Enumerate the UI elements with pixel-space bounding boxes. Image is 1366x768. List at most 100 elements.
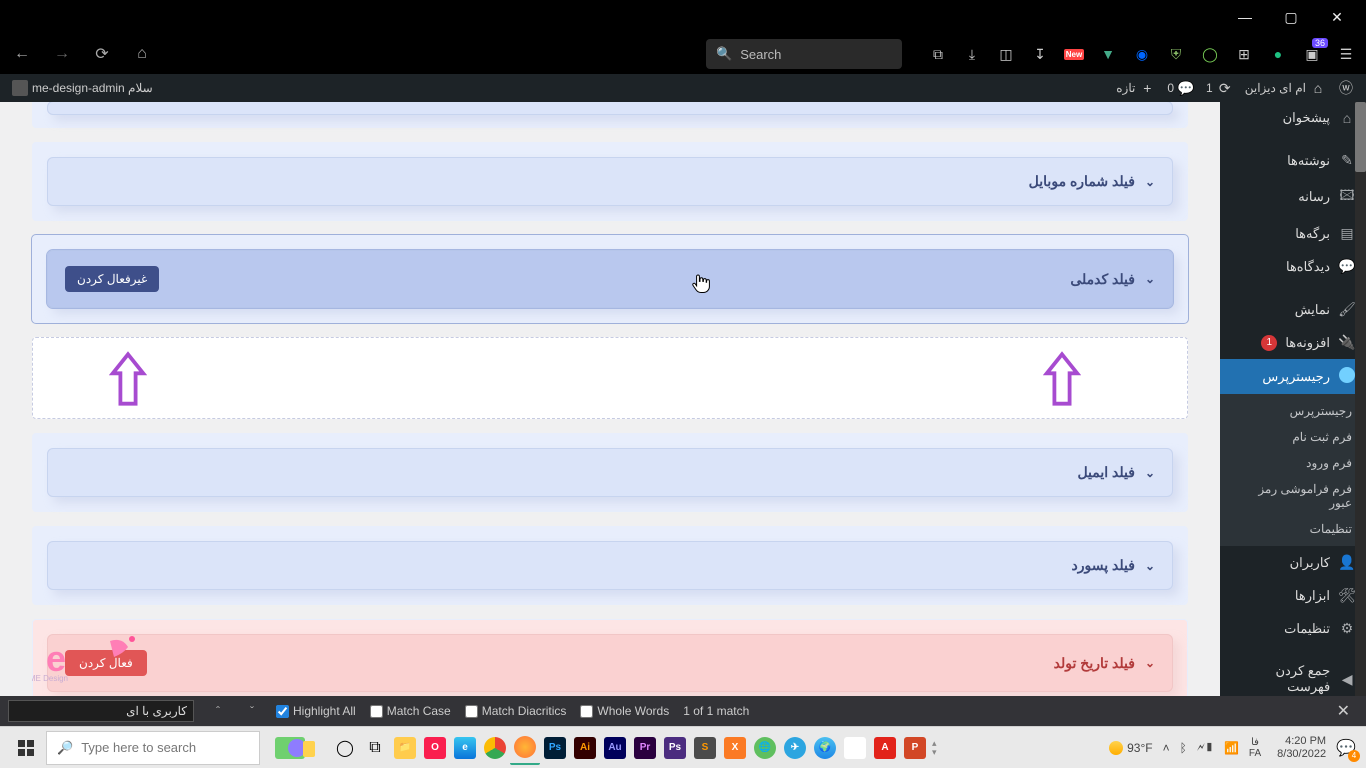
ext-save-icon[interactable]: ↧: [1028, 42, 1052, 66]
ext-puzzle-icon[interactable]: ⧉: [926, 42, 950, 66]
find-close-button[interactable]: ✕: [1337, 701, 1350, 721]
sidebar-item-label: جمع کردن فهرست: [1230, 663, 1330, 695]
ext-circle-icon[interactable]: ◯: [1198, 42, 1222, 66]
sidebar-item-label: پیشخوان: [1283, 110, 1330, 126]
taskbar-ps-alt-icon[interactable]: Ps: [660, 731, 690, 765]
find-prev-button[interactable]: ˆ: [208, 704, 228, 718]
wp-comments-link[interactable]: 💬0: [1167, 80, 1194, 96]
deactivate-button[interactable]: غیرفعال کردن: [65, 266, 159, 292]
ext-grid-icon[interactable]: ⊞: [1232, 42, 1256, 66]
taskbar-globe-icon[interactable]: 🌐: [750, 731, 780, 765]
tray-chevron-icon[interactable]: ˄: [1163, 741, 1170, 755]
sidebar-item-pages[interactable]: ▤برگه‌ها: [1220, 217, 1366, 250]
ext-adblock-icon[interactable]: ◉: [1130, 42, 1154, 66]
taskbar-photoshop-icon[interactable]: Ps: [540, 731, 570, 765]
taskbar-telegram-icon[interactable]: ✈: [780, 731, 810, 765]
taskbar-widget[interactable]: [266, 730, 326, 766]
tray-clock[interactable]: 4:20 PM8/30/2022: [1277, 735, 1326, 760]
find-highlight-checkbox[interactable]: Highlight All: [276, 704, 356, 718]
field-row-mobile[interactable]: ⌄فیلد شماره موبایل: [47, 157, 1173, 206]
drop-zone[interactable]: [32, 337, 1188, 419]
browser-menu-button[interactable]: ☰: [1334, 42, 1358, 66]
sidebar-item-comments[interactable]: 💬دیدگاه‌ها: [1220, 250, 1366, 283]
taskbar-weather[interactable]: 93°F: [1109, 741, 1152, 755]
taskbar-opera-icon[interactable]: O: [420, 731, 450, 765]
sidebar-item-tools[interactable]: 🛠ابزارها: [1220, 579, 1366, 612]
taskbar-premiere-icon[interactable]: Pr: [630, 731, 660, 765]
wp-logo-icon[interactable]: ⓦ: [1338, 80, 1354, 96]
sidebar-item-plugins[interactable]: 🔌افزونه‌ها1: [1220, 326, 1366, 359]
sidebar-item-appearance[interactable]: 🖌نمایش: [1220, 293, 1366, 326]
sidebar-item-collapse[interactable]: ◀جمع کردن فهرست: [1220, 655, 1366, 696]
field-row-national[interactable]: ⌄فیلد کدملی غیرفعال کردن: [47, 250, 1173, 308]
field-row-email[interactable]: ⌄فیلد ایمیل: [47, 448, 1173, 497]
taskbar-earth-icon[interactable]: 🌍: [810, 731, 840, 765]
sidebar-item-label: نوشته‌ها: [1287, 153, 1330, 169]
taskbar-audition-icon[interactable]: Au: [600, 731, 630, 765]
taskbar-acrobat-icon[interactable]: A: [870, 731, 900, 765]
field-row-birthdate[interactable]: ⌄فیلد تاریخ تولد فعال کردن: [47, 634, 1173, 692]
taskbar-edge-icon[interactable]: e: [450, 731, 480, 765]
wp-new-link[interactable]: +تازه: [1116, 80, 1155, 96]
sidebar-item-posts[interactable]: ✎نوشته‌ها: [1220, 144, 1366, 177]
wp-user-greeting[interactable]: سلام me-design-admin: [12, 80, 153, 96]
taskbar-illustrator-icon[interactable]: Ai: [570, 731, 600, 765]
ext-vpn-icon[interactable]: ▼: [1096, 42, 1120, 66]
start-button[interactable]: [6, 730, 46, 766]
wp-updates-link[interactable]: ⟳1: [1206, 80, 1233, 96]
sidebar-item-registerpress[interactable]: رجیسترپرس: [1220, 359, 1366, 394]
sidebar-item-media[interactable]: 🖾رسانه: [1220, 177, 1366, 217]
sidebar-item-users[interactable]: 👤کاربران: [1220, 546, 1366, 579]
sidebar-item-dashboard[interactable]: ⌂پیشخوان: [1220, 102, 1366, 134]
tray-notifications-icon[interactable]: 💬4: [1336, 738, 1356, 758]
field-panel-mobile: ⌄فیلد شماره موبایل: [32, 142, 1188, 221]
browser-search-input[interactable]: 🔍 Search: [706, 39, 902, 69]
sub-item-login-form[interactable]: فرم ورود: [1220, 450, 1366, 476]
ext-shield-icon[interactable]: ⛨: [1164, 42, 1188, 66]
page-scrollbar[interactable]: [1355, 102, 1366, 696]
ext-new-icon[interactable]: New: [1062, 42, 1086, 66]
taskbar-sublime-icon[interactable]: S: [690, 731, 720, 765]
window-maximize-button[interactable]: ▢: [1268, 4, 1314, 30]
taskbar-overflow-scroll[interactable]: ▴▾: [932, 739, 944, 757]
taskbar-cortana-icon[interactable]: ◯: [330, 731, 360, 765]
find-wholewords-checkbox[interactable]: Whole Words: [580, 704, 669, 718]
scrollbar-thumb[interactable]: [1355, 102, 1366, 172]
tray-battery-icon[interactable]: 🗲▮: [1197, 740, 1214, 755]
field-row-password[interactable]: ⌄فیلد پسورد: [47, 541, 1173, 590]
window-close-button[interactable]: ✕: [1314, 4, 1360, 30]
taskbar-firefox-icon[interactable]: [510, 731, 540, 765]
sub-item-register-form[interactable]: فرم ثبت نام: [1220, 424, 1366, 450]
field-row-partial[interactable]: [47, 102, 1173, 115]
sub-item-registerpress[interactable]: رجیسترپرس: [1220, 398, 1366, 424]
taskbar-explorer-icon[interactable]: 📁: [390, 731, 420, 765]
taskbar-chrome-icon[interactable]: [480, 731, 510, 765]
ext-grammarly-icon[interactable]: ●: [1266, 42, 1290, 66]
taskbar-xampp-icon[interactable]: X: [720, 731, 750, 765]
find-next-button[interactable]: ˇ: [242, 704, 262, 718]
sub-item-forgot-form[interactable]: فرم فراموشی رمز عبور: [1220, 476, 1366, 516]
find-matchcase-checkbox[interactable]: Match Case: [370, 704, 451, 718]
field-label: فیلد ایمیل: [1077, 464, 1135, 481]
wp-site-link[interactable]: ⌂ام ای دیزاین: [1245, 80, 1326, 96]
nav-reload-button[interactable]: ⟳: [88, 40, 116, 68]
tray-bluetooth-icon[interactable]: ᛒ: [1180, 741, 1187, 755]
find-input[interactable]: [8, 700, 194, 722]
sidebar-item-settings[interactable]: ⚙تنظیمات: [1220, 612, 1366, 645]
taskbar-powerpoint-icon[interactable]: P: [900, 731, 930, 765]
find-diacritics-checkbox[interactable]: Match Diacritics: [465, 704, 567, 718]
field-label: فیلد شماره موبایل: [1029, 173, 1135, 190]
nav-back-button[interactable]: ←: [8, 40, 36, 68]
tray-language[interactable]: فاFA: [1249, 737, 1261, 759]
sub-item-settings[interactable]: تنظیمات: [1220, 516, 1366, 542]
ext-badge-icon[interactable]: 36▣: [1300, 42, 1324, 66]
nav-home-button[interactable]: ⌂: [128, 40, 156, 68]
taskbar-search-input[interactable]: 🔎 Type here to search: [46, 731, 260, 765]
window-minimize-button[interactable]: —: [1222, 4, 1268, 30]
tray-wifi-icon[interactable]: 📶: [1224, 741, 1239, 755]
ext-pocket-icon[interactable]: ◫: [994, 42, 1018, 66]
nav-forward-button[interactable]: →: [48, 40, 76, 68]
ext-download-icon[interactable]: ⤓: [960, 42, 984, 66]
taskbar-drive-icon[interactable]: ▲: [840, 731, 870, 765]
taskbar-taskview-icon[interactable]: ⧉: [360, 731, 390, 765]
